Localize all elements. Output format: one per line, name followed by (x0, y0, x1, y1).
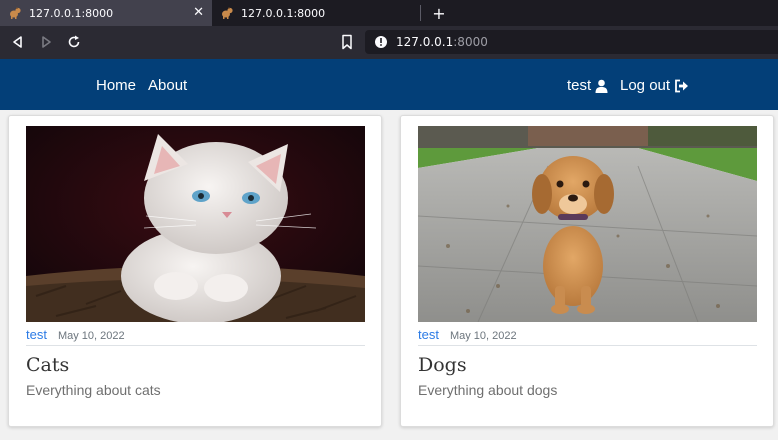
close-tab-icon[interactable]: ✕ (193, 5, 204, 20)
user-icon (595, 79, 608, 93)
post-card: test May 10, 2022 Cats Everything about … (8, 115, 382, 427)
nav-link-user[interactable]: test (567, 77, 608, 94)
tab-title: 127.0.0.1:8000 (241, 6, 326, 20)
forward-arrow-icon[interactable] (38, 34, 54, 50)
back-arrow-icon[interactable] (10, 34, 26, 50)
site-info-icon[interactable] (374, 35, 388, 49)
post-description: Everything about cats (26, 382, 161, 398)
browser-tab-active[interactable]: 127.0.0.1:8000 ✕ (0, 0, 212, 26)
golden-puppy-photo[interactable] (418, 126, 757, 322)
post-card: test May 10, 2022 Dogs Everything about … (400, 115, 774, 427)
post-date: May 10, 2022 (57, 330, 125, 342)
post-author-link[interactable]: test (26, 327, 47, 342)
post-description: Everything about dogs (418, 382, 558, 398)
reload-icon[interactable] (66, 34, 82, 50)
bookmark-icon[interactable] (340, 34, 354, 50)
browser-tab-inactive[interactable]: 127.0.0.1:8000 (212, 0, 420, 26)
url-bar[interactable]: 127.0.0.1:8000 (365, 30, 778, 54)
nav-link-home[interactable]: Home (96, 77, 136, 94)
nav-link-about[interactable]: About (148, 77, 187, 94)
plus-icon[interactable]: + (430, 4, 448, 23)
nav-link-logout[interactable]: Log out (620, 77, 689, 94)
post-title[interactable]: Cats (26, 354, 69, 376)
url-host: 127.0.0.1 (396, 35, 454, 49)
url-port: :8000 (453, 35, 488, 49)
logout-label: Log out (620, 77, 671, 94)
dog-favicon-icon (10, 7, 21, 19)
post-date: May 10, 2022 (449, 330, 517, 342)
tab-separator (420, 5, 421, 21)
browser-tab-bar: 127.0.0.1:8000 ✕ 127.0.0.1:8000 + (0, 0, 778, 26)
site-navbar: Home About test Log out (0, 59, 778, 110)
post-meta: test May 10, 2022 (418, 327, 757, 346)
white-kitten-photo[interactable] (26, 126, 365, 322)
dog-favicon-icon (222, 7, 233, 19)
post-author-link[interactable]: test (418, 327, 439, 342)
post-title[interactable]: Dogs (418, 354, 467, 376)
tab-title: 127.0.0.1:8000 (29, 6, 114, 20)
sign-out-icon (675, 79, 689, 92)
post-meta: test May 10, 2022 (26, 327, 365, 346)
user-label: test (567, 77, 592, 94)
